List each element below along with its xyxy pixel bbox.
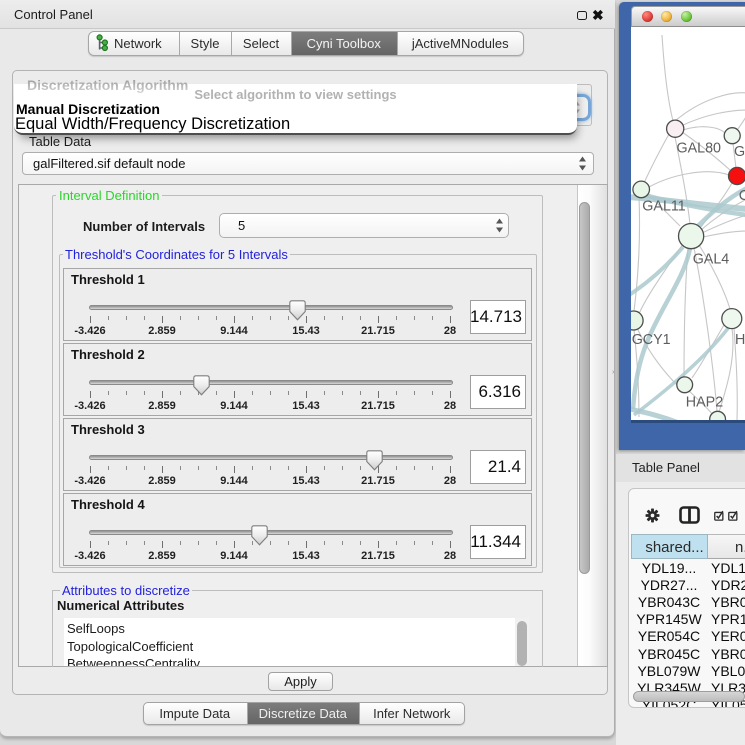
svg-text:GA: GA — [734, 144, 745, 160]
svg-text:HAP2: HAP2 — [686, 395, 723, 411]
svg-text:GAL4: GAL4 — [693, 251, 730, 267]
svg-text:H: H — [735, 332, 745, 348]
svg-text:GCY1: GCY1 — [632, 332, 671, 348]
svg-text:C.: C. — [739, 188, 745, 204]
svg-text:GAL11: GAL11 — [642, 199, 685, 215]
svg-text:GAL80: GAL80 — [677, 141, 722, 157]
